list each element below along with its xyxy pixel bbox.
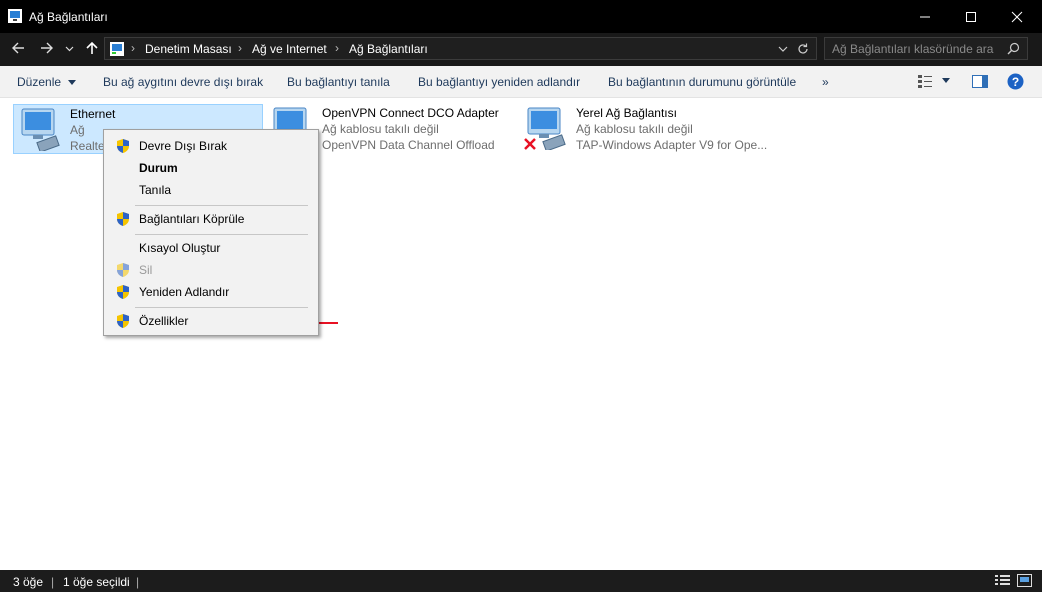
uac-shield-icon: [117, 314, 129, 328]
organize-button[interactable]: Düzenle: [17, 75, 77, 89]
connection-item-local-area[interactable]: Yerel Ağ Bağlantısı Ağ kablosu takılı de…: [520, 104, 770, 154]
menu-separator: [135, 307, 308, 308]
close-button[interactable]: [994, 0, 1040, 33]
command-bar: Düzenle Bu ağ aygıtını devre dışı bırak …: [0, 66, 1042, 98]
forward-arrow-icon: [41, 42, 53, 54]
breadcrumb-network-connections[interactable]: Ağ Bağlantıları: [349, 42, 428, 56]
up-button[interactable]: [83, 41, 101, 57]
status-divider: |: [51, 575, 55, 589]
forward-button[interactable]: [38, 41, 56, 57]
view-status-button[interactable]: Bu bağlantının durumunu görüntüle: [608, 75, 796, 89]
search-input[interactable]: Ağ Bağlantıları klasöründe ara: [824, 37, 1028, 60]
breadcrumb-control-panel[interactable]: Denetim Masası: [145, 42, 232, 56]
menu-item-diagnose[interactable]: Tanıla: [106, 179, 316, 201]
breadcrumb-separator: ›: [335, 41, 339, 55]
menu-item-label: Devre Dışı Bırak: [139, 139, 228, 153]
address-box[interactable]: › Denetim Masası › Ağ ve Internet › Ağ B…: [104, 37, 817, 60]
more-commands-button[interactable]: »: [822, 75, 829, 89]
connection-adapter: TAP-Windows Adapter V9 for Ope...: [576, 138, 768, 152]
details-view-icon[interactable]: [995, 574, 1010, 587]
menu-item-label: Yeniden Adlandır: [139, 285, 230, 299]
search-placeholder: Ağ Bağlantıları klasöründe ara: [832, 42, 994, 56]
status-divider: |: [136, 575, 140, 589]
item-count: 3 öğe: [13, 575, 44, 589]
address-bar: › Denetim Masası › Ağ ve Internet › Ağ B…: [0, 33, 1042, 66]
view-options-dropdown-icon[interactable]: [942, 78, 950, 84]
uac-shield-icon: [117, 212, 129, 226]
connection-status: Ağ kablosu takılı değil: [322, 122, 439, 136]
network-connections-icon: [8, 9, 22, 23]
breadcrumb-separator: ›: [238, 41, 242, 55]
title-bar: Ağ Bağlantıları: [0, 0, 1042, 33]
disable-device-button[interactable]: Bu ağ aygıtını devre dışı bırak: [103, 75, 263, 89]
change-view-icon[interactable]: [918, 75, 932, 88]
maximize-button[interactable]: [948, 0, 994, 33]
status-bar: 3 öğe | 1 öğe seçildi |: [0, 570, 1042, 592]
selected-count: 1 öğe seçildi: [63, 575, 130, 589]
uac-shield-icon: [117, 139, 129, 153]
close-icon: [1011, 11, 1023, 23]
large-icons-view-icon[interactable]: [1017, 574, 1032, 587]
menu-item-label: Tanıla: [139, 183, 172, 197]
menu-separator: [135, 205, 308, 206]
menu-item-status[interactable]: Durum: [106, 157, 316, 179]
connection-adapter: OpenVPN Data Channel Offload: [322, 138, 495, 152]
control-panel-icon: [110, 42, 124, 56]
help-icon[interactable]: ?: [1007, 73, 1024, 90]
recent-locations-button[interactable]: [63, 41, 75, 57]
menu-item-label: Kısayol Oluştur: [139, 241, 221, 255]
chevron-down-icon: [68, 80, 77, 85]
address-dropdown-icon[interactable]: [778, 44, 788, 54]
menu-item-disable[interactable]: Devre Dışı Bırak: [106, 135, 316, 157]
uac-shield-icon: [117, 263, 129, 277]
menu-item-label: Durum: [139, 161, 178, 175]
connection-name: OpenVPN Connect DCO Adapter: [322, 106, 499, 120]
menu-item-label: Özellikler: [139, 314, 189, 328]
connection-adapter: Realte: [70, 139, 105, 153]
diagnose-connection-button[interactable]: Bu bağlantıyı tanıla: [287, 75, 390, 89]
organize-label: Düzenle: [17, 75, 62, 89]
help-glyph: ?: [1012, 75, 1019, 89]
breadcrumb-network-internet[interactable]: Ağ ve Internet: [252, 42, 327, 56]
menu-separator: [135, 234, 308, 235]
menu-item-label: Bağlantıları Köprüle: [139, 212, 245, 226]
minimize-icon: [920, 16, 930, 18]
uac-shield-icon: [117, 285, 129, 299]
refresh-icon[interactable]: [797, 43, 809, 55]
menu-item-rename[interactable]: Yeniden Adlandır: [106, 281, 316, 303]
maximize-icon: [966, 12, 976, 23]
menu-item-bridge[interactable]: Bağlantıları Köprüle: [106, 208, 316, 230]
menu-item-properties[interactable]: Özellikler: [106, 310, 316, 332]
network-adapter-icon: [21, 108, 60, 151]
menu-item-delete: Sil: [106, 259, 316, 281]
minimize-button[interactable]: [902, 0, 948, 33]
up-arrow-icon: [86, 41, 98, 54]
rename-connection-button[interactable]: Bu bağlantıyı yeniden adlandır: [418, 75, 580, 89]
breadcrumb-separator: ›: [131, 41, 135, 55]
connection-status: Ağ kablosu takılı değil: [576, 122, 693, 136]
disconnected-x-icon: [524, 138, 536, 150]
back-button[interactable]: [9, 41, 27, 57]
connection-status: Ağ: [70, 123, 85, 137]
connection-name: Ethernet: [70, 107, 116, 121]
connection-name: Yerel Ağ Bağlantısı: [576, 106, 677, 120]
preview-pane-icon[interactable]: [972, 75, 988, 88]
menu-item-label: Sil: [139, 263, 153, 277]
window-title: Ağ Bağlantıları: [29, 10, 108, 24]
back-arrow-icon: [12, 42, 24, 54]
search-icon[interactable]: [1007, 42, 1020, 55]
context-menu: Devre Dışı Bırak Durum Tanıla Bağlantıla…: [103, 129, 319, 336]
menu-item-create-shortcut[interactable]: Kısayol Oluştur: [106, 237, 316, 259]
chevron-down-icon: [65, 46, 73, 52]
